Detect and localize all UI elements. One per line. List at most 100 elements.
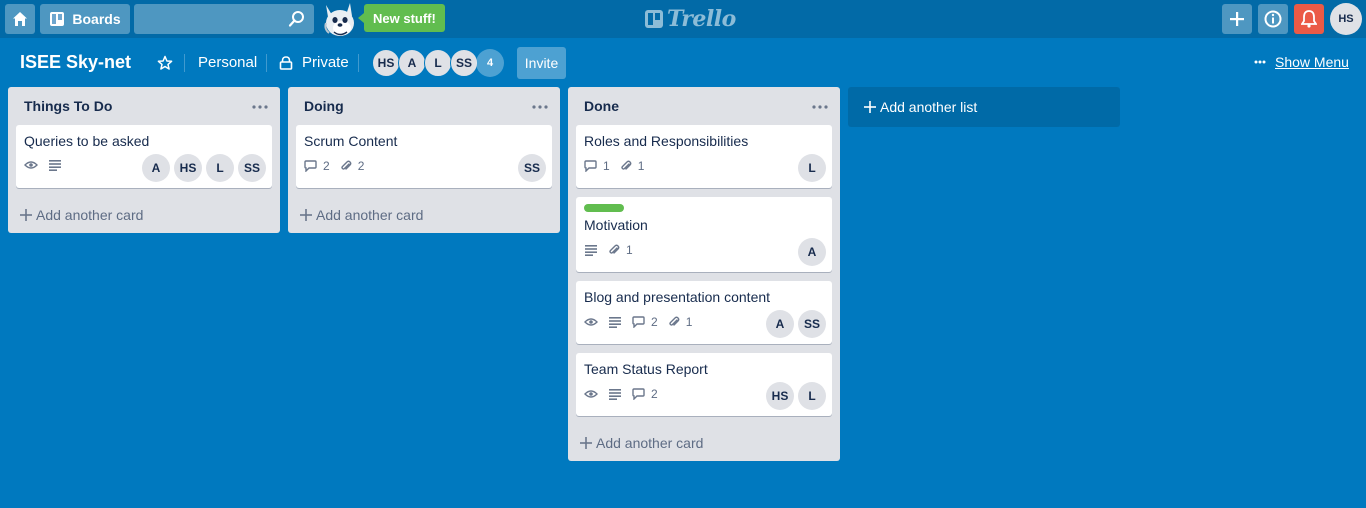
paperclip-icon xyxy=(620,160,632,170)
comment-icon xyxy=(632,316,645,328)
search-input[interactable] xyxy=(134,4,314,34)
card-badges xyxy=(24,159,62,171)
attachments-count: 1 xyxy=(685,315,693,329)
card-badges: 2 1 xyxy=(584,315,692,329)
attachments-badge: 1 xyxy=(608,243,633,257)
search-icon[interactable] xyxy=(288,10,306,28)
comment-icon xyxy=(304,160,317,172)
watch-badge xyxy=(584,389,598,399)
description-badge xyxy=(608,388,622,400)
trello-logo-text: Trello xyxy=(667,6,736,32)
card-member-avatar[interactable]: L xyxy=(798,382,826,410)
invite-button[interactable]: Invite xyxy=(517,47,566,79)
member-count-badge[interactable]: 4 xyxy=(476,49,504,77)
home-button[interactable] xyxy=(5,4,35,34)
list-menu-icon[interactable] xyxy=(532,105,548,109)
add-card-button[interactable]: Add another card xyxy=(300,207,423,223)
list-title[interactable]: Things To Do xyxy=(24,98,112,114)
comments-count: 2 xyxy=(651,387,658,401)
card-team-status-report[interactable]: Team Status Report 2 HS L xyxy=(576,353,832,416)
card-member-avatar[interactable]: SS xyxy=(518,154,546,182)
card-member-avatar[interactable]: A xyxy=(766,310,794,338)
add-card-button[interactable]: Add another card xyxy=(580,435,703,451)
add-card-label: Add another card xyxy=(316,207,424,223)
show-menu-button[interactable]: Show Menu xyxy=(1254,54,1349,70)
comment-icon xyxy=(632,388,645,400)
card-member-avatar[interactable]: HS xyxy=(766,382,794,410)
card-member-avatar[interactable]: L xyxy=(798,154,826,182)
card-title: Queries to be asked xyxy=(24,133,150,149)
card-badges: 1 xyxy=(584,243,633,257)
eye-icon xyxy=(584,390,598,398)
comments-badge: 2 xyxy=(632,387,658,401)
add-list-label: Add another list xyxy=(880,99,978,115)
comments-badge: 2 xyxy=(632,315,658,329)
watch-badge xyxy=(24,160,38,170)
description-icon xyxy=(609,317,621,328)
trello-logo[interactable]: Trello xyxy=(645,6,736,32)
card-label-green[interactable] xyxy=(584,204,624,212)
description-icon xyxy=(609,389,621,400)
card-members: A xyxy=(798,238,826,266)
attachments-badge: 1 xyxy=(620,159,644,173)
plus-icon xyxy=(300,209,312,221)
add-card-button[interactable]: Add another card xyxy=(20,207,143,223)
member-avatar[interactable]: SS xyxy=(450,49,478,77)
card-badges: 1 1 xyxy=(584,159,644,173)
description-icon xyxy=(585,245,597,256)
card-members: A SS xyxy=(766,310,826,338)
header-divider xyxy=(266,54,267,72)
add-list-button[interactable]: Add another list xyxy=(848,87,1120,127)
user-avatar[interactable]: HS xyxy=(1330,3,1362,35)
card-motivation[interactable]: Motivation 1 A xyxy=(576,197,832,272)
plus-icon xyxy=(580,437,592,449)
more-icon xyxy=(1254,60,1266,64)
comments-badge: 2 xyxy=(304,159,330,173)
card-title: Team Status Report xyxy=(584,361,708,377)
create-button[interactable] xyxy=(1222,4,1252,34)
top-header: Boards New stuff! Trello HS xyxy=(0,0,1366,38)
card-title: Roles and Responsibilities xyxy=(584,133,749,149)
description-icon xyxy=(49,160,61,171)
bell-icon xyxy=(1301,10,1317,28)
home-icon xyxy=(13,12,27,26)
new-stuff-button[interactable]: New stuff! xyxy=(358,4,445,32)
card-badges: 2 2 xyxy=(304,159,364,173)
paperclip-icon xyxy=(609,244,620,254)
board-title[interactable]: ISEE Sky-net xyxy=(20,52,131,73)
member-avatar[interactable]: HS xyxy=(372,49,400,77)
team-button[interactable]: Personal xyxy=(198,54,257,71)
notifications-button[interactable] xyxy=(1294,4,1324,34)
list-title[interactable]: Done xyxy=(584,98,619,114)
list-title[interactable]: Doing xyxy=(304,98,344,114)
card-member-avatar[interactable]: SS xyxy=(238,154,266,182)
list-menu-icon[interactable] xyxy=(252,105,268,109)
attachments-count: 2 xyxy=(357,159,365,173)
plus-icon xyxy=(20,209,32,221)
member-avatar[interactable]: L xyxy=(424,49,452,77)
card-member-avatar[interactable]: SS xyxy=(798,310,826,338)
card-member-avatar[interactable]: HS xyxy=(174,154,202,182)
card-queries-to-be-asked[interactable]: Queries to be asked A HS L SS xyxy=(16,125,272,188)
watch-badge xyxy=(584,317,598,327)
card-member-avatar[interactable]: A xyxy=(798,238,826,266)
boards-label: Boards xyxy=(72,11,121,27)
card-member-avatar[interactable]: A xyxy=(142,154,170,182)
card-scrum-content[interactable]: Scrum Content 2 2 SS xyxy=(296,125,552,188)
info-button[interactable] xyxy=(1258,4,1288,34)
description-badge xyxy=(584,244,598,256)
member-avatar[interactable]: A xyxy=(398,49,426,77)
boards-button[interactable]: Boards xyxy=(40,4,130,34)
list-menu-icon[interactable] xyxy=(812,105,828,109)
taco-mascot-icon[interactable] xyxy=(320,1,362,38)
show-menu-label: Show Menu xyxy=(1275,54,1349,70)
list-doing: Doing Scrum Content 2 2 SS Add another c… xyxy=(288,87,560,233)
card-roles-and-responsibilities[interactable]: Roles and Responsibilities 1 1 L xyxy=(576,125,832,188)
star-icon[interactable] xyxy=(157,55,173,71)
attachments-badge: 1 xyxy=(668,315,693,329)
card-member-avatar[interactable]: L xyxy=(206,154,234,182)
card-blog-and-presentation-content[interactable]: Blog and presentation content 2 1 A SS xyxy=(576,281,832,344)
visibility-button[interactable]: Private xyxy=(302,54,349,71)
comments-count: 1 xyxy=(603,159,610,173)
paperclip-icon xyxy=(340,160,352,170)
